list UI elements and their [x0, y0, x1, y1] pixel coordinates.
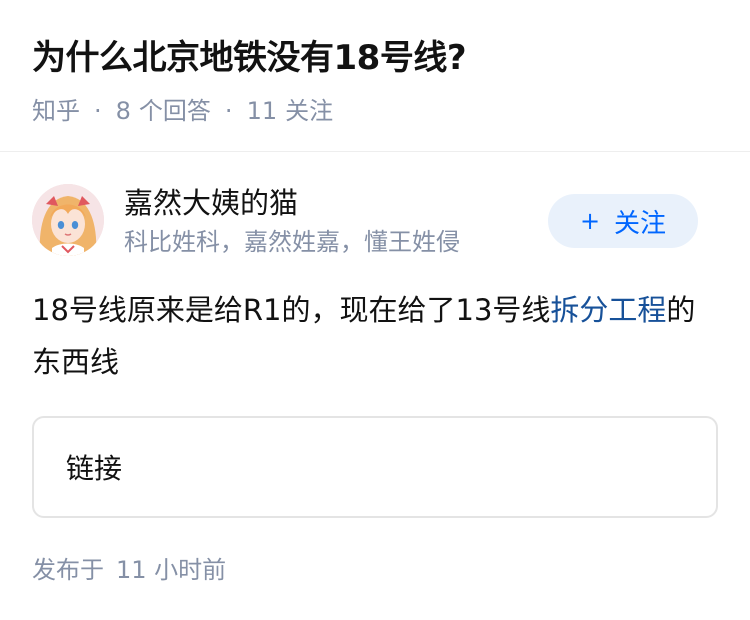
answer-text-before: 18号线原来是给R1的，现在给了13号线 — [32, 293, 551, 327]
question-header: 为什么北京地铁没有18号线? 知乎 · 8 个回答 · 11 关注 — [32, 30, 718, 128]
answers-count: 8 — [115, 97, 131, 125]
meta-separator: · — [224, 97, 233, 125]
author-name[interactable]: 嘉然大姨的猫 — [124, 184, 460, 222]
zhihu-question-page: 为什么北京地铁没有18号线? 知乎 · 8 个回答 · 11 关注 嘉然大姨的猫… — [0, 0, 750, 620]
author-bio: 科比姓科，嘉然姓嘉，懂王姓侵 — [124, 228, 460, 256]
followers-label: 关注 — [285, 97, 334, 125]
publish-info: 发布于 11 小时前 — [32, 553, 226, 587]
avatar[interactable] — [32, 184, 104, 256]
author-block: 嘉然大姨的猫 科比姓科，嘉然姓嘉，懂王姓侵 + 关注 — [32, 184, 698, 260]
divider — [0, 151, 750, 152]
anime-avatar-icon — [32, 184, 104, 256]
answer-inline-link[interactable]: 拆分工程 — [550, 293, 666, 327]
source-label[interactable]: 知乎 — [32, 94, 80, 128]
meta-separator: · — [94, 97, 102, 125]
follow-button[interactable]: + 关注 — [548, 194, 698, 248]
answers-label: 个回答 — [138, 97, 211, 125]
answer-content: 18号线原来是给R1的，现在给了13号线拆分工程的东西线 — [32, 284, 710, 388]
follow-button-label: 关注 — [614, 208, 667, 239]
link-card-label: 链接 — [66, 452, 123, 485]
published-time: 11 小时前 — [116, 556, 227, 584]
published-label: 发布于 — [32, 556, 104, 584]
author-info: 嘉然大姨的猫 科比姓科，嘉然姓嘉，懂王姓侵 — [124, 184, 460, 260]
link-card[interactable]: 链接 — [32, 416, 718, 518]
question-title[interactable]: 为什么北京地铁没有18号线? — [32, 30, 718, 86]
question-meta: 知乎 · 8 个回答 · 11 关注 — [32, 94, 718, 128]
plus-icon: + — [579, 207, 601, 235]
followers-count: 11 — [246, 97, 278, 125]
